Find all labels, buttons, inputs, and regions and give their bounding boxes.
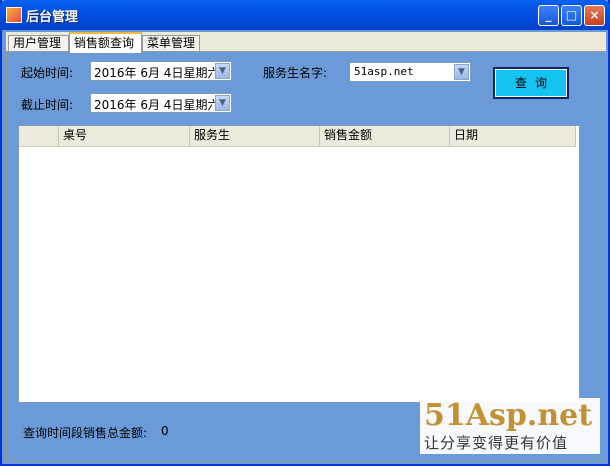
column-header-sales-amount[interactable]: 销售金额 (320, 126, 450, 146)
end-date-value: 2016年 6月 4日星期六 (94, 98, 220, 112)
chevron-down-icon[interactable]: ▼ (215, 63, 230, 79)
sales-data-grid[interactable]: 桌号 服务生 销售金额 日期 (18, 125, 580, 403)
watermark: 51Asp.net 让分享变得更有价值 (420, 398, 600, 454)
column-header-date[interactable]: 日期 (450, 126, 576, 146)
end-date-picker[interactable]: 2016年 6月 4日星期六 ▼ (90, 93, 232, 113)
tab-menu-management[interactable]: 菜单管理 (142, 35, 200, 52)
close-button[interactable]: × (584, 5, 605, 26)
tab-user-management[interactable]: 用户管理 (8, 35, 69, 52)
total-amount-label: 查询时间段销售总金额: (23, 426, 148, 440)
watermark-brand: 51Asp.net (424, 398, 593, 433)
title-bar[interactable]: 后台管理 _ □ × (0, 0, 610, 30)
window-title: 后台管理 (26, 10, 79, 25)
total-amount-value: 0 (161, 424, 169, 438)
start-time-label: 起始时间: (21, 66, 74, 80)
watermark-slogan: 让分享变得更有价值 (424, 434, 569, 452)
column-header-waiter[interactable]: 服务生 (190, 126, 320, 146)
start-date-value: 2016年 6月 4日星期六 (94, 66, 220, 80)
maximize-button[interactable]: □ (561, 5, 582, 26)
main-window: 后台管理 _ □ × 用户管理 销售额查询 菜单管理 起始时间: 2016年 6… (0, 0, 610, 466)
column-header-table-no[interactable]: 桌号 (59, 126, 190, 146)
tab-strip: 用户管理 销售额查询 菜单管理 (6, 32, 606, 53)
chevron-down-icon[interactable]: ▼ (454, 64, 469, 80)
waiter-name-label: 服务生名字: (263, 66, 328, 80)
grid-header: 桌号 服务生 销售金额 日期 (19, 126, 576, 147)
chevron-down-icon[interactable]: ▼ (215, 95, 230, 111)
row-header-column[interactable] (19, 126, 59, 146)
end-time-label: 截止时间: (21, 98, 74, 112)
waiter-select-value: 51asp.net (354, 65, 414, 78)
waiter-select[interactable]: 51asp.net ▼ (349, 62, 471, 82)
query-button[interactable]: 查询 (493, 67, 569, 99)
tab-sales-query[interactable]: 销售额查询 (69, 32, 142, 53)
minimize-button[interactable]: _ (538, 5, 559, 26)
start-date-picker[interactable]: 2016年 6月 4日星期六 ▼ (90, 61, 232, 81)
app-icon (6, 7, 22, 23)
